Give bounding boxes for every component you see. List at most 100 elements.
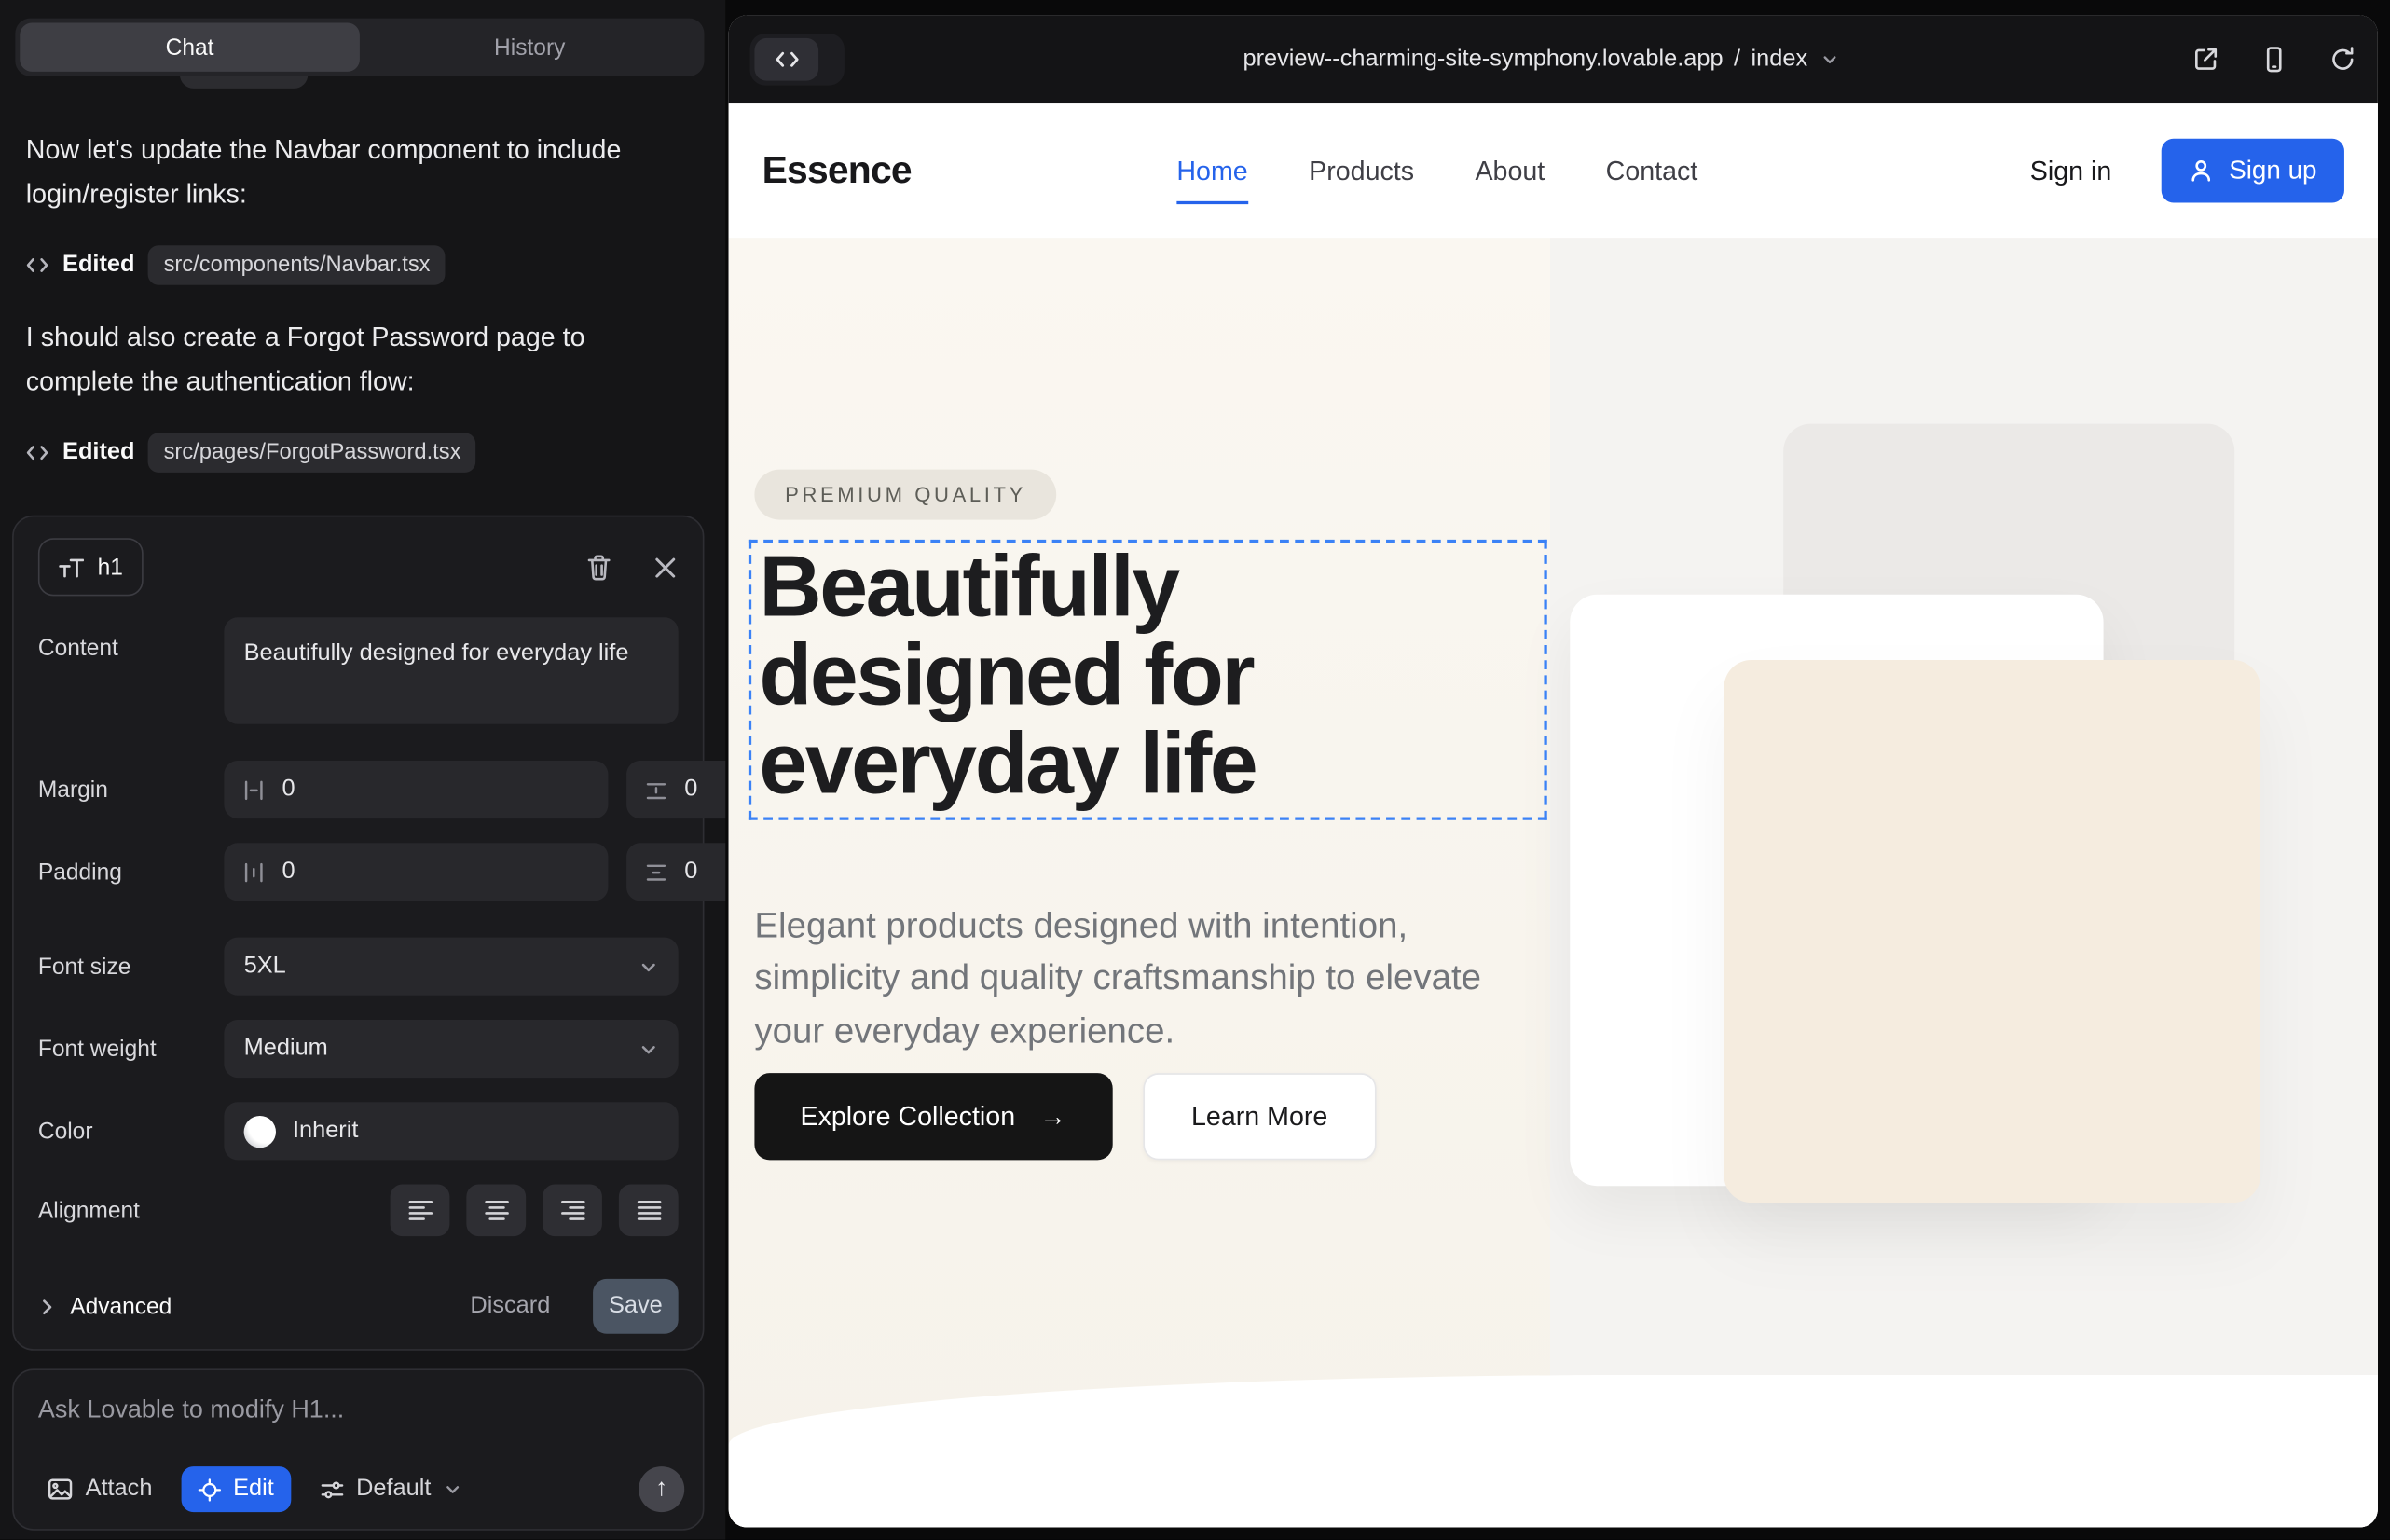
align-justify-button[interactable] bbox=[619, 1185, 679, 1237]
sign-up-button[interactable]: Sign up bbox=[2162, 139, 2344, 203]
open-in-new-tab-icon[interactable] bbox=[2191, 46, 2218, 73]
margin-x-input[interactable] bbox=[279, 775, 590, 805]
chevron-down-icon bbox=[1821, 50, 1840, 69]
font-weight-value: Medium bbox=[244, 1035, 328, 1062]
align-center-button[interactable] bbox=[466, 1185, 526, 1237]
site-navbar: Essence Home Products About Contact Sign… bbox=[729, 103, 2378, 238]
code-icon bbox=[26, 254, 49, 276]
chat-panel: Chat History Now let's update the Navbar… bbox=[0, 0, 725, 1540]
align-left-icon bbox=[406, 1198, 433, 1222]
tab-history[interactable]: History bbox=[360, 23, 700, 72]
attach-button[interactable]: Attach bbox=[38, 1474, 161, 1505]
sign-in-button[interactable]: Sign in bbox=[2021, 153, 2121, 188]
font-size-select[interactable]: 5XL bbox=[224, 938, 678, 996]
edit-mode-button[interactable]: Edit bbox=[182, 1466, 291, 1512]
preview-topbar: preview--charming-site-symphony.lovable.… bbox=[729, 15, 2378, 103]
hero-bottom-curve bbox=[729, 1375, 2378, 1528]
image-icon bbox=[48, 1478, 74, 1502]
font-size-field-row: Font size 5XL bbox=[38, 938, 679, 996]
topbar-actions bbox=[2191, 46, 2356, 73]
hero-heading[interactable]: Beautifully designed for everyday life bbox=[751, 543, 1430, 808]
font-weight-select[interactable]: Medium bbox=[224, 1020, 678, 1078]
align-left-button[interactable] bbox=[391, 1185, 450, 1237]
nav-link-products[interactable]: Products bbox=[1309, 155, 1414, 186]
code-icon bbox=[26, 442, 49, 463]
margin-y-field bbox=[626, 761, 725, 818]
sliders-icon bbox=[320, 1478, 344, 1501]
padding-x-input[interactable] bbox=[279, 857, 590, 887]
align-justify-icon bbox=[635, 1198, 662, 1222]
save-button[interactable]: Save bbox=[593, 1279, 679, 1334]
element-tag-badge[interactable]: h1 bbox=[38, 538, 143, 596]
file-chip-navbar[interactable]: src/components/Navbar.tsx bbox=[148, 245, 446, 285]
refresh-icon[interactable] bbox=[2329, 46, 2356, 73]
advanced-toggle[interactable]: Advanced bbox=[38, 1293, 172, 1319]
chevron-down-icon bbox=[639, 956, 658, 976]
sign-up-label: Sign up bbox=[2229, 156, 2316, 186]
discard-button[interactable]: Discard bbox=[461, 1291, 560, 1322]
model-selector[interactable]: Default bbox=[310, 1474, 471, 1505]
type-icon bbox=[58, 557, 84, 578]
padding-y-input[interactable] bbox=[681, 857, 725, 887]
learn-more-button[interactable]: Learn More bbox=[1143, 1073, 1377, 1160]
edited-file-row: Edited src/pages/ForgotPassword.tsx bbox=[26, 432, 476, 474]
edited-label: Edited bbox=[62, 252, 134, 279]
chat-composer: Attach Edit Default bbox=[12, 1368, 704, 1530]
editor-fields: Content Beautifully designed for everyda… bbox=[14, 617, 703, 1236]
margin-label: Margin bbox=[38, 777, 224, 803]
font-size-label: Font size bbox=[38, 954, 224, 980]
close-icon bbox=[652, 554, 679, 580]
font-weight-label: Font weight bbox=[38, 1036, 224, 1062]
close-editor-button[interactable] bbox=[652, 554, 679, 580]
explore-collection-label: Explore Collection bbox=[800, 1101, 1015, 1133]
arrow-up-icon: ↑ bbox=[655, 1476, 667, 1503]
arrow-right-icon: → bbox=[1039, 1101, 1066, 1133]
color-swatch bbox=[244, 1115, 276, 1147]
code-view-toggle[interactable] bbox=[750, 34, 845, 86]
element-tag-label: h1 bbox=[98, 554, 123, 580]
delete-element-button[interactable] bbox=[585, 553, 612, 582]
hero-badge: PREMIUM QUALITY bbox=[754, 470, 1056, 520]
user-icon bbox=[2190, 158, 2214, 183]
site-logo[interactable]: Essence bbox=[762, 148, 912, 192]
nav-auth-actions: Sign in Sign up bbox=[2021, 139, 2344, 203]
file-chip-forgot-password[interactable]: src/pages/ForgotPassword.tsx bbox=[148, 433, 476, 473]
edited-label: Edited bbox=[62, 439, 134, 466]
lovable-app: Chat History Now let's update the Navbar… bbox=[0, 0, 2390, 1540]
margin-y-icon bbox=[645, 778, 668, 802]
site-viewport: Essence Home Products About Contact Sign… bbox=[729, 103, 2378, 1527]
color-label: Color bbox=[38, 1118, 224, 1144]
color-select[interactable]: Inherit bbox=[224, 1102, 678, 1160]
preview-page-name: index bbox=[1751, 46, 1808, 73]
padding-x-icon bbox=[242, 860, 266, 884]
nav-link-home[interactable]: Home bbox=[1176, 155, 1247, 186]
chevron-down-icon bbox=[444, 1480, 462, 1499]
send-button[interactable]: ↑ bbox=[639, 1466, 684, 1512]
selected-element-outline[interactable]: Beautifully designed for everyday life bbox=[749, 540, 1547, 820]
preview-url-bar[interactable]: preview--charming-site-symphony.lovable.… bbox=[1243, 46, 1839, 73]
crosshair-icon bbox=[198, 1478, 221, 1501]
content-input[interactable]: Beautifully designed for everyday life bbox=[224, 617, 678, 723]
decorative-card-cream bbox=[1724, 660, 2260, 1203]
nav-link-about[interactable]: About bbox=[1475, 155, 1545, 186]
composer-input[interactable] bbox=[35, 1395, 688, 1426]
align-right-button[interactable] bbox=[543, 1185, 602, 1237]
site-hero-section: PREMIUM QUALITY Beautifully designed for… bbox=[729, 238, 2378, 1527]
margin-y-input[interactable] bbox=[681, 775, 725, 805]
nav-link-contact[interactable]: Contact bbox=[1606, 155, 1698, 186]
trash-icon bbox=[585, 553, 612, 582]
element-editor-panel: h1 Content Beautifully designed bbox=[12, 516, 704, 1351]
hero-description: Elegant products designed with intention… bbox=[754, 899, 1495, 1056]
mobile-view-icon[interactable] bbox=[2260, 46, 2287, 73]
margin-x-field bbox=[224, 761, 608, 818]
explore-collection-button[interactable]: Explore Collection → bbox=[754, 1073, 1112, 1160]
editor-footer: Advanced Discard Save bbox=[14, 1260, 703, 1333]
editor-header: h1 bbox=[14, 516, 703, 617]
preview-browser-frame: preview--charming-site-symphony.lovable.… bbox=[729, 15, 2378, 1527]
padding-field-row: Padding bbox=[38, 843, 679, 901]
hero-cta-row: Explore Collection → Learn More bbox=[754, 1073, 1376, 1160]
tab-chat[interactable]: Chat bbox=[20, 23, 360, 72]
chat-message: I should also create a Forgot Password p… bbox=[26, 315, 684, 402]
font-weight-field-row: Font weight Medium bbox=[38, 1020, 679, 1078]
padding-y-icon bbox=[645, 860, 668, 884]
